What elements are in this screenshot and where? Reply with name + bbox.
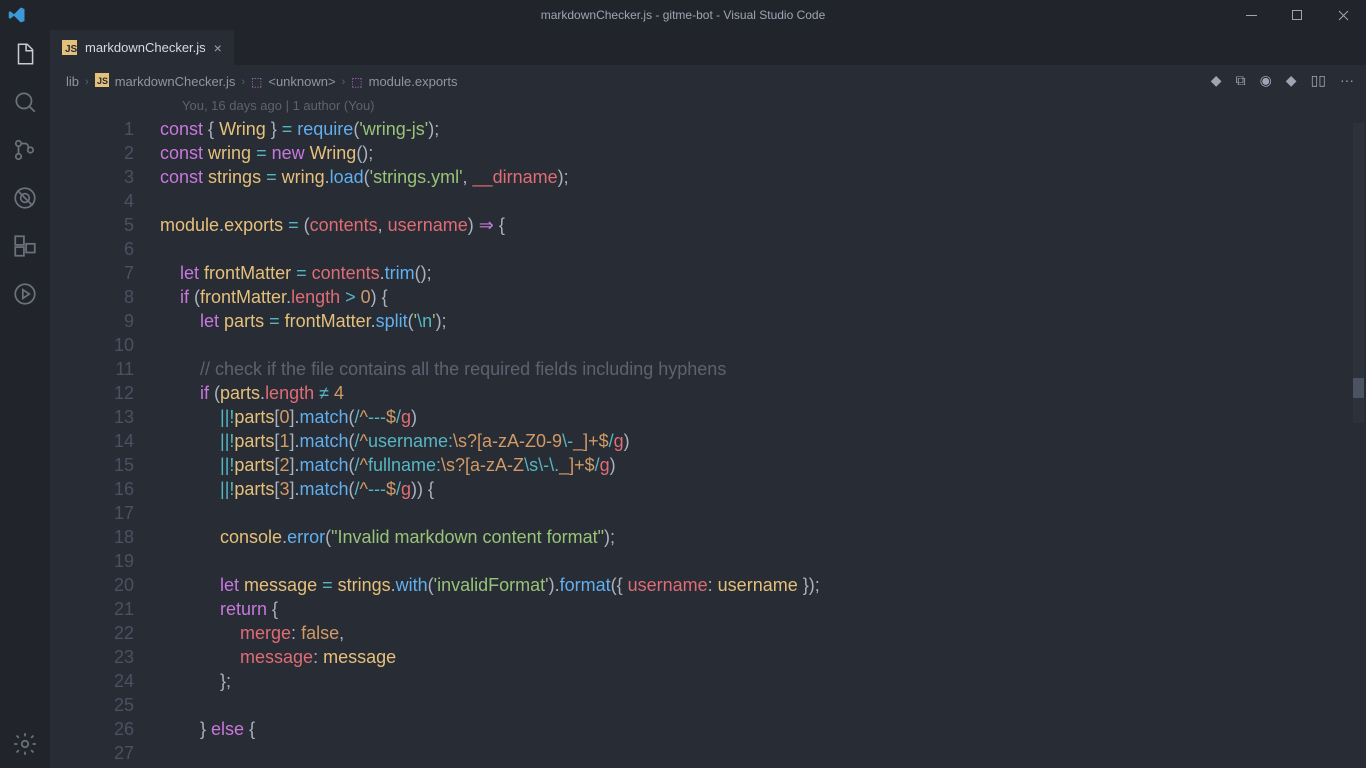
editor-area: JS markdownChecker.js × ◆ ⧉ ◉ ◆ ▯▯ ··· l… — [50, 30, 1366, 768]
line-number: 9 — [50, 309, 160, 333]
line-number: 25 — [50, 693, 160, 717]
maximize-button[interactable] — [1274, 0, 1320, 30]
minimap-thumb[interactable] — [1353, 378, 1364, 398]
js-file-icon: JS — [95, 73, 109, 90]
symbol-icon: ⬚ — [351, 75, 362, 89]
line-number: 21 — [50, 597, 160, 621]
editor-actions: ◆ ⧉ ◉ ◆ ▯▯ ··· — [1211, 65, 1362, 95]
preview-icon[interactable]: ◉ — [1260, 72, 1272, 89]
line-number: 17 — [50, 501, 160, 525]
line-number: 6 — [50, 237, 160, 261]
settings-gear-icon[interactable] — [0, 720, 50, 768]
line-number: 10 — [50, 333, 160, 357]
line-number: 23 — [50, 645, 160, 669]
line-number: 22 — [50, 621, 160, 645]
tab-close-icon[interactable]: × — [214, 40, 222, 56]
minimap[interactable] — [1353, 123, 1364, 423]
tab-bar: JS markdownChecker.js × — [50, 30, 1366, 65]
live-share-icon[interactable] — [0, 270, 50, 318]
line-number: 13 — [50, 405, 160, 429]
line-number: 19 — [50, 549, 160, 573]
breadcrumb-symbol1[interactable]: <unknown> — [268, 74, 335, 89]
vscode-logo-icon — [8, 6, 26, 24]
symbol-icon: ⬚ — [251, 75, 262, 89]
breadcrumb-symbol2[interactable]: module.exports — [369, 74, 458, 89]
breadcrumb[interactable]: lib › JS markdownChecker.js › ⬚ <unknown… — [50, 65, 1366, 93]
chevron-right-icon: › — [85, 76, 89, 88]
line-number: 4 — [50, 189, 160, 213]
compare-icon[interactable]: ⧉ — [1236, 72, 1246, 89]
svg-text:JS: JS — [97, 76, 108, 86]
tab-label: markdownChecker.js — [85, 40, 206, 55]
titlebar: markdownChecker.js - gitme-bot - Visual … — [0, 0, 1366, 30]
window-title: markdownChecker.js - gitme-bot - Visual … — [541, 8, 826, 22]
split-editor-icon[interactable]: ▯▯ — [1311, 72, 1326, 89]
svg-text:JS: JS — [65, 44, 77, 55]
breadcrumb-folder[interactable]: lib — [66, 74, 79, 89]
codelens[interactable]: You, 16 days ago | 1 author (You) — [50, 93, 1366, 117]
code-editor[interactable]: 1const { Wring } = require('wring-js'); … — [50, 117, 1366, 765]
source-control-icon[interactable] — [0, 126, 50, 174]
more-actions-icon[interactable]: ··· — [1340, 72, 1354, 88]
line-number: 1 — [50, 117, 160, 141]
activity-bar — [0, 30, 50, 768]
explorer-icon[interactable] — [0, 30, 50, 78]
line-number: 12 — [50, 381, 160, 405]
tab-markdownchecker[interactable]: JS markdownChecker.js × — [50, 30, 234, 65]
line-number: 8 — [50, 285, 160, 309]
line-number: 26 — [50, 717, 160, 741]
line-number: 3 — [50, 165, 160, 189]
js-file-icon: JS — [62, 40, 77, 55]
minimize-button[interactable] — [1228, 0, 1274, 30]
line-number: 18 — [50, 525, 160, 549]
line-number: 2 — [50, 141, 160, 165]
gitlens2-icon[interactable]: ◆ — [1286, 72, 1297, 89]
line-number: 7 — [50, 261, 160, 285]
line-number: 16 — [50, 477, 160, 501]
line-number: 11 — [50, 357, 160, 381]
line-number: 27 — [50, 741, 160, 765]
debug-icon[interactable] — [0, 174, 50, 222]
line-number: 15 — [50, 453, 160, 477]
extensions-icon[interactable] — [0, 222, 50, 270]
line-number: 20 — [50, 573, 160, 597]
search-icon[interactable] — [0, 78, 50, 126]
line-number: 5 — [50, 213, 160, 237]
breadcrumb-file[interactable]: markdownChecker.js — [115, 74, 236, 89]
chevron-right-icon: › — [241, 76, 245, 88]
gitlens-icon[interactable]: ◆ — [1211, 72, 1222, 89]
chevron-right-icon: › — [342, 76, 346, 88]
line-number: 24 — [50, 669, 160, 693]
close-button[interactable] — [1320, 0, 1366, 30]
line-number: 14 — [50, 429, 160, 453]
